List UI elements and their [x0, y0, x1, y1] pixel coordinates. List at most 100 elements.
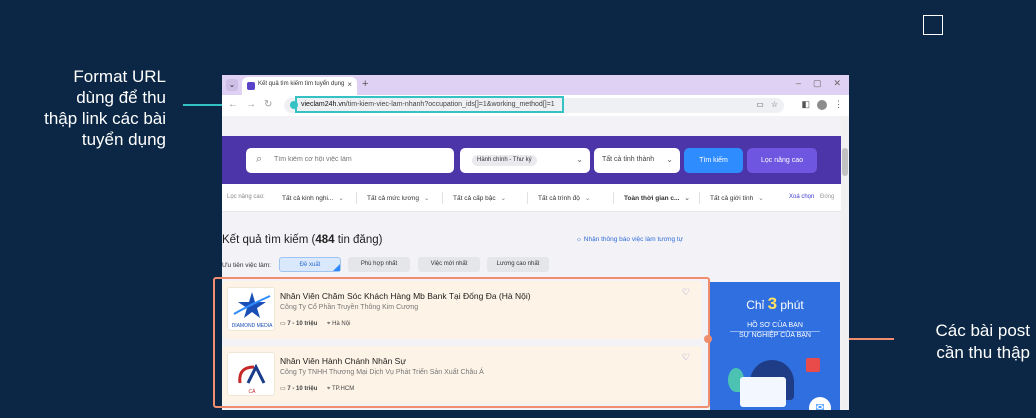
- site-favicon-icon: [247, 82, 255, 90]
- url-highlight-box: [295, 96, 564, 113]
- search-icon: ⌕: [256, 153, 263, 165]
- sort-recommended-label: Đề xuất: [299, 262, 321, 268]
- ad-post: phút: [777, 298, 804, 312]
- sort-best-match-button[interactable]: Phù hợp nhất: [348, 257, 410, 272]
- posts-highlight-box: [213, 277, 710, 408]
- results-title-suffix: tin đăng): [334, 234, 383, 246]
- filter-salary-label: Tất cả mức lương: [367, 195, 419, 202]
- notify-similar-jobs-link[interactable]: ☼ Nhận thông báo việc làm tương tự: [576, 236, 683, 243]
- side-panel-icon[interactable]: ◧: [801, 99, 810, 110]
- search-button[interactable]: Tìm kiếm: [684, 148, 743, 173]
- search-input[interactable]: [274, 156, 444, 163]
- filter-working-method-label: Toàn thời gian c...: [624, 195, 680, 202]
- maximize-icon[interactable]: ▢: [813, 78, 822, 89]
- ad-pre: Chỉ: [746, 298, 768, 312]
- filter-level[interactable]: Tất cả cấp bậc ⌄: [453, 194, 506, 202]
- selected-check-icon: [333, 264, 340, 271]
- chevron-down-icon: ⌄: [423, 195, 430, 202]
- city-select-value: Tất cả tỉnh thành: [602, 156, 655, 163]
- notify-label: Nhận thông báo việc làm tương tự: [583, 236, 684, 243]
- chevron-down-icon: ⌄: [338, 195, 344, 202]
- filter-education[interactable]: Tất cả trình độ ⌄: [538, 194, 590, 202]
- tab-search-results[interactable]: Kết quả tìm kiếm tìm tuyển dụng ×: [242, 77, 357, 95]
- url-note-line: Format URL: [73, 67, 166, 86]
- advanced-filter-button[interactable]: Lọc nâng cao: [747, 148, 817, 173]
- profile-avatar[interactable]: [817, 99, 827, 110]
- ad-line-2: SỰ NGHIỆP CỦA BẠN: [739, 332, 811, 339]
- advanced-filter-row: Lọc nâng cao: Tất cả kinh nghi... ⌄ Tất c…: [222, 184, 841, 212]
- posts-note-line: cần thu thập: [936, 343, 1030, 362]
- priority-label: Ưu tiên việc làm:: [222, 262, 271, 269]
- bell-icon: ☼: [576, 236, 584, 243]
- filter-divider: [613, 192, 614, 204]
- screen-illustration-icon: [740, 377, 786, 407]
- back-arrow-icon[interactable]: ←: [228, 99, 238, 110]
- filter-gender[interactable]: Tất cả giới tính ⌄: [710, 194, 764, 202]
- posts-annotation: Các bài post cần thu thập: [880, 320, 1031, 364]
- chevron-down-icon: ⌄: [758, 195, 764, 202]
- tab-close-icon[interactable]: ×: [347, 80, 352, 89]
- url-annotation-dot: [290, 101, 298, 109]
- omnibox-actions: ▭ ☆: [756, 100, 778, 109]
- chevron-down-icon: ⌄: [684, 195, 690, 202]
- chevron-down-icon: ⌄: [576, 155, 583, 164]
- messenger-icon[interactable]: ✉: [809, 397, 831, 410]
- url-note-line: thập link các bài: [44, 109, 166, 128]
- filter-salary[interactable]: Tất cả mức lương ⌄: [367, 194, 429, 202]
- filter-divider: [527, 192, 528, 204]
- sort-newest-button[interactable]: Việc mới nhất: [418, 257, 480, 272]
- url-note-line: dùng để thu: [76, 88, 166, 107]
- url-format-annotation: Format URL dùng để thu thập link các bài…: [10, 66, 166, 150]
- chevron-down-icon: ⌄: [666, 155, 673, 164]
- install-app-icon[interactable]: ▭: [756, 100, 764, 109]
- results-count: 484: [315, 234, 335, 246]
- url-note-line: tuyển dụng: [81, 130, 166, 149]
- search-bar-section: ⌕ Hành chính - Thư ký ⌄ Tất cả tỉnh thàn…: [222, 136, 841, 184]
- posts-note-line: Các bài post: [935, 321, 1031, 340]
- toolbar-actions: ◧ ⋮: [801, 99, 843, 110]
- ad-headline: Chỉ 3 phút: [710, 294, 840, 314]
- filter-gender-label: Tất cả giới tính: [710, 195, 754, 202]
- filter-label: Lọc nâng cao:: [227, 194, 265, 200]
- occupation-chip[interactable]: Hành chính - Thư ký: [472, 155, 537, 166]
- filter-level-label: Tất cả cấp bậc: [453, 195, 496, 202]
- city-select[interactable]: Tất cả tỉnh thành ⌄: [594, 148, 680, 173]
- sort-recommended-button[interactable]: Đề xuất: [279, 257, 341, 272]
- new-tab-plus-icon[interactable]: +: [362, 78, 368, 90]
- tab-search-chevron-icon[interactable]: ⌄: [226, 79, 238, 91]
- window-controls: – ▢ ✕: [796, 78, 841, 89]
- close-filters-link[interactable]: Đóng: [820, 194, 834, 200]
- filter-divider: [442, 192, 443, 204]
- chevron-down-icon: ⌄: [500, 195, 507, 202]
- nav-controls: ← → ↻: [228, 99, 272, 110]
- bookmark-star-icon[interactable]: ☆: [771, 100, 778, 109]
- more-menu-icon[interactable]: ⋮: [834, 99, 843, 110]
- forward-arrow-icon[interactable]: →: [246, 99, 256, 110]
- results-title-prefix: Kết quả tìm kiếm (: [222, 234, 316, 246]
- reload-icon[interactable]: ↻: [264, 99, 272, 110]
- search-box[interactable]: ⌕: [246, 148, 454, 173]
- filter-education-label: Tất cả trình độ: [538, 195, 580, 202]
- chevron-down-icon: ⌄: [584, 195, 591, 202]
- results-heading: Kết quả tìm kiếm (484 tin đăng): [222, 234, 382, 246]
- filter-experience-label: Tất cả kinh nghi...: [282, 195, 334, 202]
- clear-filters-link[interactable]: Xoá chọn: [789, 194, 814, 200]
- page-scrollbar[interactable]: [841, 116, 849, 410]
- occupation-select[interactable]: Hành chính - Thư ký ⌄: [460, 148, 590, 173]
- promo-banner[interactable]: Chỉ 3 phút HỒ SƠ CỦA BẠN SỰ NGHIỆP CỦA B…: [710, 282, 840, 410]
- filter-divider: [699, 192, 700, 204]
- scrollbar-thumb[interactable]: [842, 148, 848, 176]
- tab-title: Kết quả tìm kiếm tìm tuyển dụng: [258, 81, 345, 87]
- minimize-icon[interactable]: –: [796, 78, 801, 89]
- tab-bar: ⌄ Kết quả tìm kiếm tìm tuyển dụng × + – …: [222, 75, 849, 95]
- filter-divider: [356, 192, 357, 204]
- close-window-icon[interactable]: ✕: [833, 78, 841, 89]
- filter-working-method[interactable]: Toàn thời gian c... ⌄: [624, 194, 690, 202]
- sort-highest-salary-button[interactable]: Lương cao nhất: [487, 257, 549, 272]
- posts-annotation-dot: [704, 335, 712, 343]
- ad-line-1: HỒ SƠ CỦA BẠN: [747, 322, 803, 329]
- corner-square-icon: [923, 15, 943, 35]
- ad-big: 3: [767, 294, 778, 313]
- filter-experience[interactable]: Tất cả kinh nghi... ⌄: [282, 194, 344, 202]
- gift-illustration-icon: [806, 358, 820, 372]
